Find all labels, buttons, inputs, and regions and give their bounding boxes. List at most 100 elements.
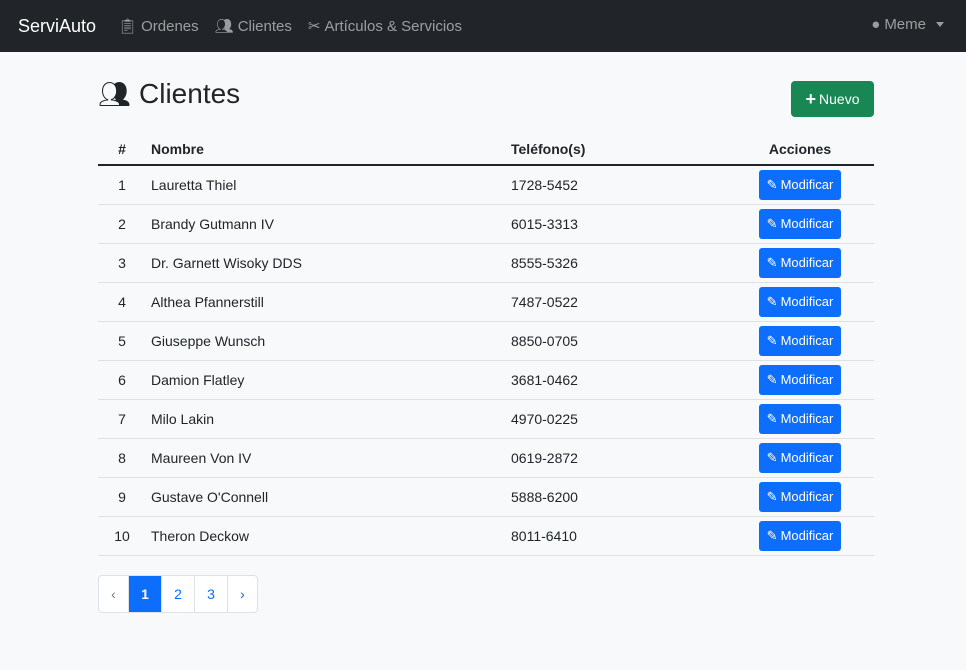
plus-icon: + (805, 88, 817, 109)
modify-label: Modificar (780, 489, 834, 504)
actions-cell: ✎ Modificar (726, 477, 874, 517)
title-text: Clientes (139, 78, 241, 109)
page-2[interactable]: 2 (161, 576, 194, 612)
table-row: 3 Dr. Garnett Wisoky DDS 8555-5326 ✎ Modi… (98, 243, 874, 283)
modify-button[interactable]: ✎ Modificar (758, 169, 842, 200)
pencil-icon: ✎ (766, 449, 778, 465)
client-name: Althea Pfannerstill (146, 282, 511, 322)
nav-label: Clientes (237, 17, 292, 35)
actions-cell: ✎ Modificar (726, 243, 874, 283)
brand[interactable]: ServiAuto (18, 16, 96, 37)
client-name: Maureen Von IV (146, 438, 511, 478)
actions-cell: ✎ Modificar (726, 516, 874, 556)
pencil-icon: ✎ (766, 176, 778, 192)
row-number: 9 (98, 477, 146, 517)
client-phone: 0619-2872 (511, 438, 726, 478)
client-phone: 8011-6410 (511, 516, 726, 556)
pencil-icon: ✎ (766, 488, 778, 504)
actions-cell: ✎ Modificar (726, 165, 874, 205)
modify-label: Modificar (780, 333, 834, 348)
row-number: 1 (98, 165, 146, 205)
modify-button[interactable]: ✎ Modificar (758, 208, 842, 239)
pencil-icon: ✎ (766, 293, 778, 309)
user-menu[interactable]: ● Meme (871, 16, 944, 33)
client-phone: 4970-0225 (511, 399, 726, 439)
pencil-icon: ✎ (766, 371, 778, 387)
nav-ordenes[interactable]: 📋︎ Ordenes (118, 17, 199, 36)
modify-button[interactable]: ✎ Modificar (758, 247, 842, 278)
client-phone: 3681-0462 (511, 360, 726, 400)
col-actions: Acciones (726, 133, 874, 166)
table-row: 5 Giuseppe Wunsch 8850-0705 ✎ Modificar (98, 321, 874, 361)
row-number: 3 (98, 243, 146, 283)
client-name: Damion Flatley (146, 360, 511, 400)
client-name: Giuseppe Wunsch (146, 321, 511, 361)
pencil-icon: ✎ (766, 410, 778, 426)
row-number: 10 (98, 516, 146, 556)
actions-cell: ✎ Modificar (726, 438, 874, 478)
clipboard-icon: 📋︎ (118, 18, 138, 35)
actions-cell: ✎ Modificar (726, 399, 874, 439)
modify-button[interactable]: ✎ Modificar (758, 364, 842, 395)
client-name: Dr. Garnett Wisoky DDS (146, 243, 511, 283)
modify-button[interactable]: ✎ Modificar (758, 442, 842, 473)
table-row: 7 Milo Lakin 4970-0225 ✎ Modificar (98, 399, 874, 439)
modify-button[interactable]: ✎ Modificar (758, 286, 842, 317)
row-number: 7 (98, 399, 146, 439)
page-1[interactable]: 1 (128, 576, 161, 612)
table-row: 6 Damion Flatley 3681-0462 ✎ Modificar (98, 360, 874, 400)
user-name: Meme (884, 16, 926, 33)
col-name: Nombre (146, 133, 511, 166)
new-label: Nuevo (819, 91, 860, 107)
modify-button[interactable]: ✎ Modificar (758, 481, 842, 512)
modify-button[interactable]: ✎ Modificar (758, 325, 842, 356)
users-icon: 👥︎ (214, 18, 234, 35)
next-page[interactable]: › (227, 576, 257, 612)
pencil-icon: ✎ (766, 527, 778, 543)
modify-label: Modificar (780, 216, 834, 231)
actions-cell: ✎ Modificar (726, 204, 874, 244)
actions-cell: ✎ Modificar (726, 282, 874, 322)
table-row: 2 Brandy Gutmann IV 6015-3313 ✎ Modificar (98, 204, 874, 244)
table-row: 4 Althea Pfannerstill 7487-0522 ✎ Modific… (98, 282, 874, 322)
page-title: 👥︎ Clientes (98, 78, 240, 110)
table-row: 1 Lauretta Thiel 1728-5452 ✎ Modificar (98, 165, 874, 205)
prev-page[interactable]: ‹ (99, 576, 128, 612)
modify-label: Modificar (780, 528, 834, 543)
navbar: ServiAuto 📋︎ Ordenes 👥︎ Clientes ✂︎ Artícul… (0, 0, 966, 52)
client-phone: 8850-0705 (511, 321, 726, 361)
row-number: 4 (98, 282, 146, 322)
user-circle-icon: ● (871, 16, 881, 33)
client-phone: 7487-0522 (511, 282, 726, 322)
new-button[interactable]: + Nuevo (791, 81, 874, 117)
nav-clientes[interactable]: 👥︎ Clientes (214, 17, 292, 36)
client-name: Brandy Gutmann IV (146, 204, 511, 244)
modify-label: Modificar (780, 411, 834, 426)
modify-label: Modificar (780, 372, 834, 387)
actions-cell: ✎ Modificar (726, 321, 874, 361)
client-phone: 5888-6200 (511, 477, 726, 517)
modify-button[interactable]: ✎ Modificar (758, 520, 842, 551)
page-3[interactable]: 3 (194, 576, 227, 612)
modify-label: Modificar (780, 255, 834, 270)
pagination: ‹ 1 2 3 › (98, 575, 258, 613)
nav-articulos[interactable]: ✂︎ Artículos & Servicios (307, 17, 463, 36)
client-phone: 1728-5452 (511, 165, 726, 205)
client-phone: 6015-3313 (511, 204, 726, 244)
modify-label: Modificar (780, 294, 834, 309)
table-row: 8 Maureen Von IV 0619-2872 ✎ Modificar (98, 438, 874, 478)
pencil-icon: ✎ (766, 254, 778, 270)
row-number: 2 (98, 204, 146, 244)
table-row: 9 Gustave O'Connell 5888-6200 ✎ Modificar (98, 477, 874, 517)
tools-icon: ✂︎ (307, 18, 321, 35)
clients-table: # Nombre Teléfono(s) Acciones 1 Lauretta… (98, 133, 874, 556)
col-number: # (98, 133, 146, 166)
modify-label: Modificar (780, 177, 834, 193)
nav-label: Ordenes (141, 17, 199, 35)
pencil-icon: ✎ (766, 332, 778, 348)
client-phone: 8555-5326 (511, 243, 726, 283)
client-name: Theron Deckow (146, 516, 511, 556)
modify-button[interactable]: ✎ Modificar (758, 403, 842, 434)
nav-label: Artículos & Servicios (324, 17, 463, 35)
row-number: 8 (98, 438, 146, 478)
